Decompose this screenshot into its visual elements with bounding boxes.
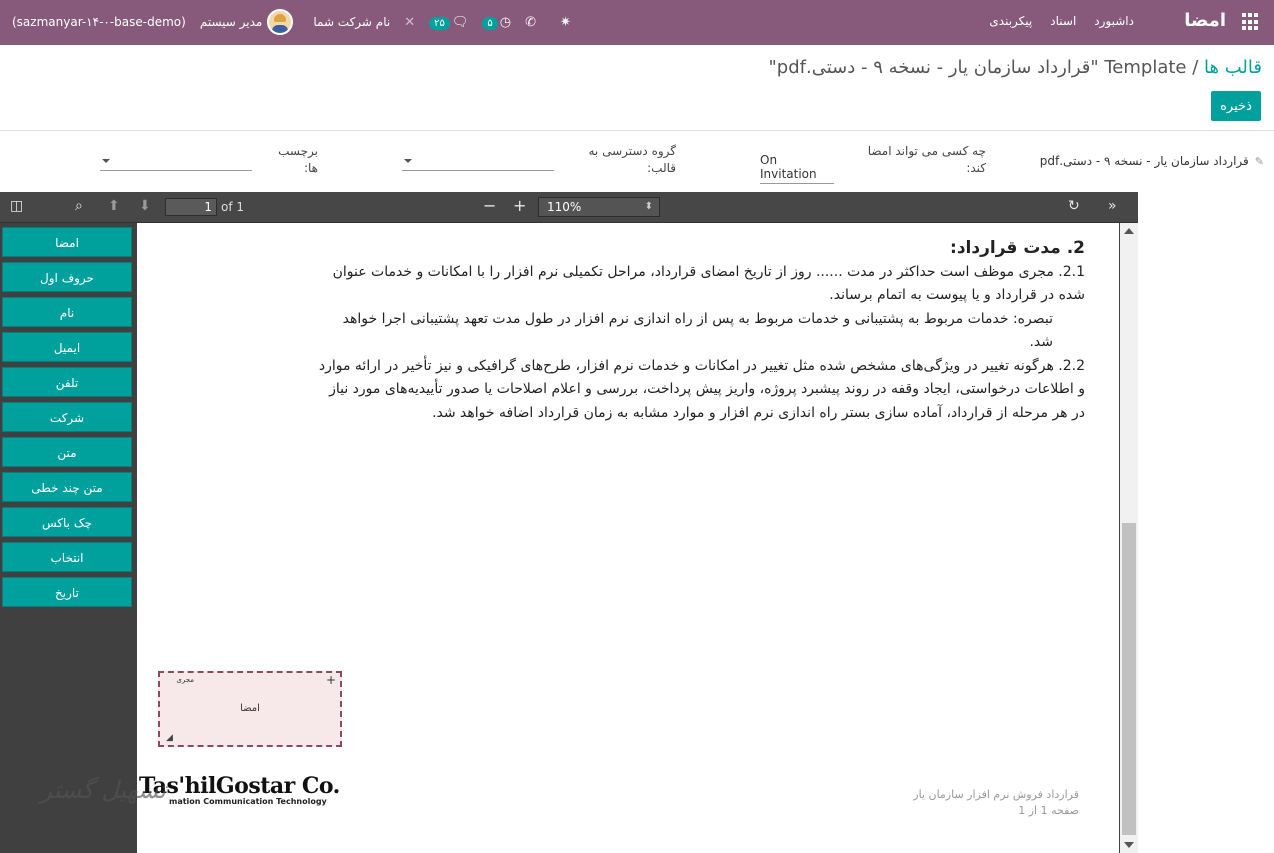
page-footer: قرارداد فروش نرم افزار سازمان یار صفحه 1… <box>913 787 1079 819</box>
footer-title: قرارداد فروش نرم افزار سازمان یار <box>913 788 1079 801</box>
app-brand[interactable]: امضا <box>1184 10 1226 31</box>
pdf-viewer: ◫ ⌕ ⬆ ⬇ 1 of 1 − + 110% ⬍ ↻ » امضا حروف ا… <box>0 192 1138 853</box>
clock-icon: ◷ <box>499 14 512 30</box>
page-count: of 1 <box>221 200 245 214</box>
logo-main-text: Tas'hilGostar Co. <box>139 773 340 799</box>
clause-2-2: 2.2. هرگونه تغییر در ویژگی‌های مشخص شده … <box>318 357 1085 421</box>
user-name: مدیر سیستم <box>199 15 263 29</box>
navbar-systray: (sazmanyar-۱۴-۰-base-demo) مدیر سیستم نا… <box>12 9 571 35</box>
template-name-field[interactable]: ✎ قرارداد سازمان یار - نسخه ۹ - دستی.pdf <box>1040 154 1264 168</box>
section-heading: 2. مدت قرارداد: <box>950 238 1085 258</box>
messaging-menu[interactable]: ۲۵ 🗨 <box>429 15 468 30</box>
message-count-badge: ۲۵ <box>429 16 450 30</box>
palette-item-text[interactable]: متن <box>2 437 132 467</box>
tags-label: برچسب ها: <box>278 144 318 175</box>
zoom-select[interactable]: 110% ⬍ <box>538 197 660 217</box>
sidebar-toggle-icon[interactable]: ◫ <box>10 198 23 214</box>
bug-icon[interactable]: ✷ <box>560 15 571 30</box>
template-fields: ✎قرارداد سازمان یار - نسخه ۹ - دستی.pdf … <box>0 131 1274 192</box>
palette-item-signature[interactable]: امضا <box>2 227 132 257</box>
document-content: 2. مدت قرارداد: 2.1. مجری موظف است حداکث… <box>315 237 1085 425</box>
access-group-select[interactable] <box>402 151 554 171</box>
palette-item-phone[interactable]: تلفن <box>2 367 132 397</box>
chevron-updown-icon: ⬍ <box>644 201 653 212</box>
breadcrumb-parent[interactable]: قالب ها <box>1204 57 1262 78</box>
palette-item-date[interactable]: تاریخ <box>2 577 132 607</box>
pdf-page: 2. مدت قرارداد: 2.1. مجری موظف است حداکث… <box>137 223 1119 853</box>
tools-icon[interactable]: » <box>1108 198 1117 214</box>
right-gutter <box>1138 192 1274 853</box>
activity-count-badge: ۵ <box>482 16 498 30</box>
palette-item-company[interactable]: شرکت <box>2 402 132 432</box>
menu-item-documents[interactable]: اسناد <box>1050 14 1076 28</box>
main-menu: داشبورد اسناد پیکربندی <box>989 14 1134 28</box>
chevron-down-icon <box>404 159 412 163</box>
clause-2-1: 2.1. مجری موظف است حداکثر در مدت ...... … <box>332 263 1085 304</box>
scroll-up-icon[interactable] <box>1124 228 1134 234</box>
avatar <box>267 9 294 35</box>
palette-item-initials[interactable]: حروف اول <box>2 262 132 292</box>
breadcrumb-separator: / <box>1192 57 1199 78</box>
menu-item-configuration[interactable]: پیکربندی <box>989 14 1032 28</box>
who-can-sign-select[interactable]: On Invitation <box>760 153 834 184</box>
activity-menu[interactable]: ۵ ◷ <box>482 15 511 30</box>
zoom-out-icon[interactable]: − <box>483 196 496 215</box>
search-icon[interactable]: ⌕ <box>75 198 83 214</box>
phone-icon[interactable]: ✆ <box>525 15 536 30</box>
page-number-input[interactable]: 1 <box>165 198 217 216</box>
access-group-label: گروه دسترسی به قالب: <box>588 144 676 175</box>
who-can-sign-label: چه کسی می تواند امضا کند: <box>867 144 986 175</box>
scroll-down-icon[interactable] <box>1124 842 1134 848</box>
signature-role[interactable]: مجری <box>176 676 194 684</box>
footer-page-number: صفحه 1 از 1 <box>1018 804 1079 817</box>
top-navbar: امضا داشبورد اسناد پیکربندی (sazmanyar-۱… <box>0 0 1274 45</box>
save-button[interactable]: ذخیره <box>1211 91 1261 121</box>
chat-icon: 🗨 <box>451 14 469 30</box>
scrollbar-thumb[interactable] <box>1122 523 1136 835</box>
pencil-icon: ✎ <box>1254 155 1264 168</box>
previous-page-icon[interactable]: ⬆ <box>108 198 120 214</box>
palette-item-email[interactable]: ایمیل <box>2 332 132 362</box>
watermark-logo: تسهیل گستر <box>40 776 166 804</box>
breadcrumb: قالب ها / Template "قرارداد سازمان یار -… <box>769 57 1263 78</box>
palette-item-checkbox[interactable]: چک باکس <box>2 507 132 537</box>
logo-sub-text: mation Communication Technology <box>169 797 327 806</box>
plus-icon[interactable]: + <box>326 673 336 687</box>
user-menu[interactable]: مدیر سیستم <box>200 9 294 35</box>
resize-handle-icon[interactable]: ◢ <box>166 733 173 743</box>
refresh-icon[interactable]: ↻ <box>1068 198 1080 214</box>
chevron-down-icon <box>102 159 110 163</box>
control-panel: قالب ها / Template "قرارداد سازمان یار -… <box>0 45 1274 131</box>
next-page-icon[interactable]: ⬇ <box>139 198 151 214</box>
zoom-in-icon[interactable]: + <box>513 196 526 215</box>
palette-item-name[interactable]: نام <box>2 297 132 327</box>
zoom-value: 110% <box>547 200 582 214</box>
signature-field-label: امضا <box>240 703 260 714</box>
tags-select[interactable] <box>100 151 252 171</box>
signature-field-palette: امضا حروف اول نام ایمیل تلفن شرکت متن مت… <box>0 227 136 612</box>
palette-item-multiline-text[interactable]: متن چند خطی <box>2 472 132 502</box>
database-name: (sazmanyar-۱۴-۰-base-demo) <box>12 15 186 29</box>
breadcrumb-current: Template "قرارداد سازمان یار - نسخه ۹ - … <box>768 57 1187 78</box>
close-icon[interactable]: ✕ <box>404 15 415 30</box>
signature-field-box[interactable]: مجری + امضا ◢ <box>158 671 342 747</box>
apps-icon[interactable] <box>1242 13 1260 31</box>
pdf-toolbar: ◫ ⌕ ⬆ ⬇ 1 of 1 − + 110% ⬍ ↻ » <box>0 192 1138 223</box>
company-logo: Tas'hilGostar Co. mation Communication T… <box>139 773 344 813</box>
clause-note: تبصره: خدمات مربوط به پشتیبانی و خدمات م… <box>342 310 1053 351</box>
pdf-scrollbar[interactable] <box>1120 223 1138 853</box>
template-name: قرارداد سازمان یار - نسخه ۹ - دستی.pdf <box>1039 154 1249 168</box>
palette-item-selection[interactable]: انتخاب <box>2 542 132 572</box>
company-switcher[interactable]: نام شرکت شما <box>313 15 390 29</box>
menu-item-dashboard[interactable]: داشبورد <box>1094 14 1134 28</box>
